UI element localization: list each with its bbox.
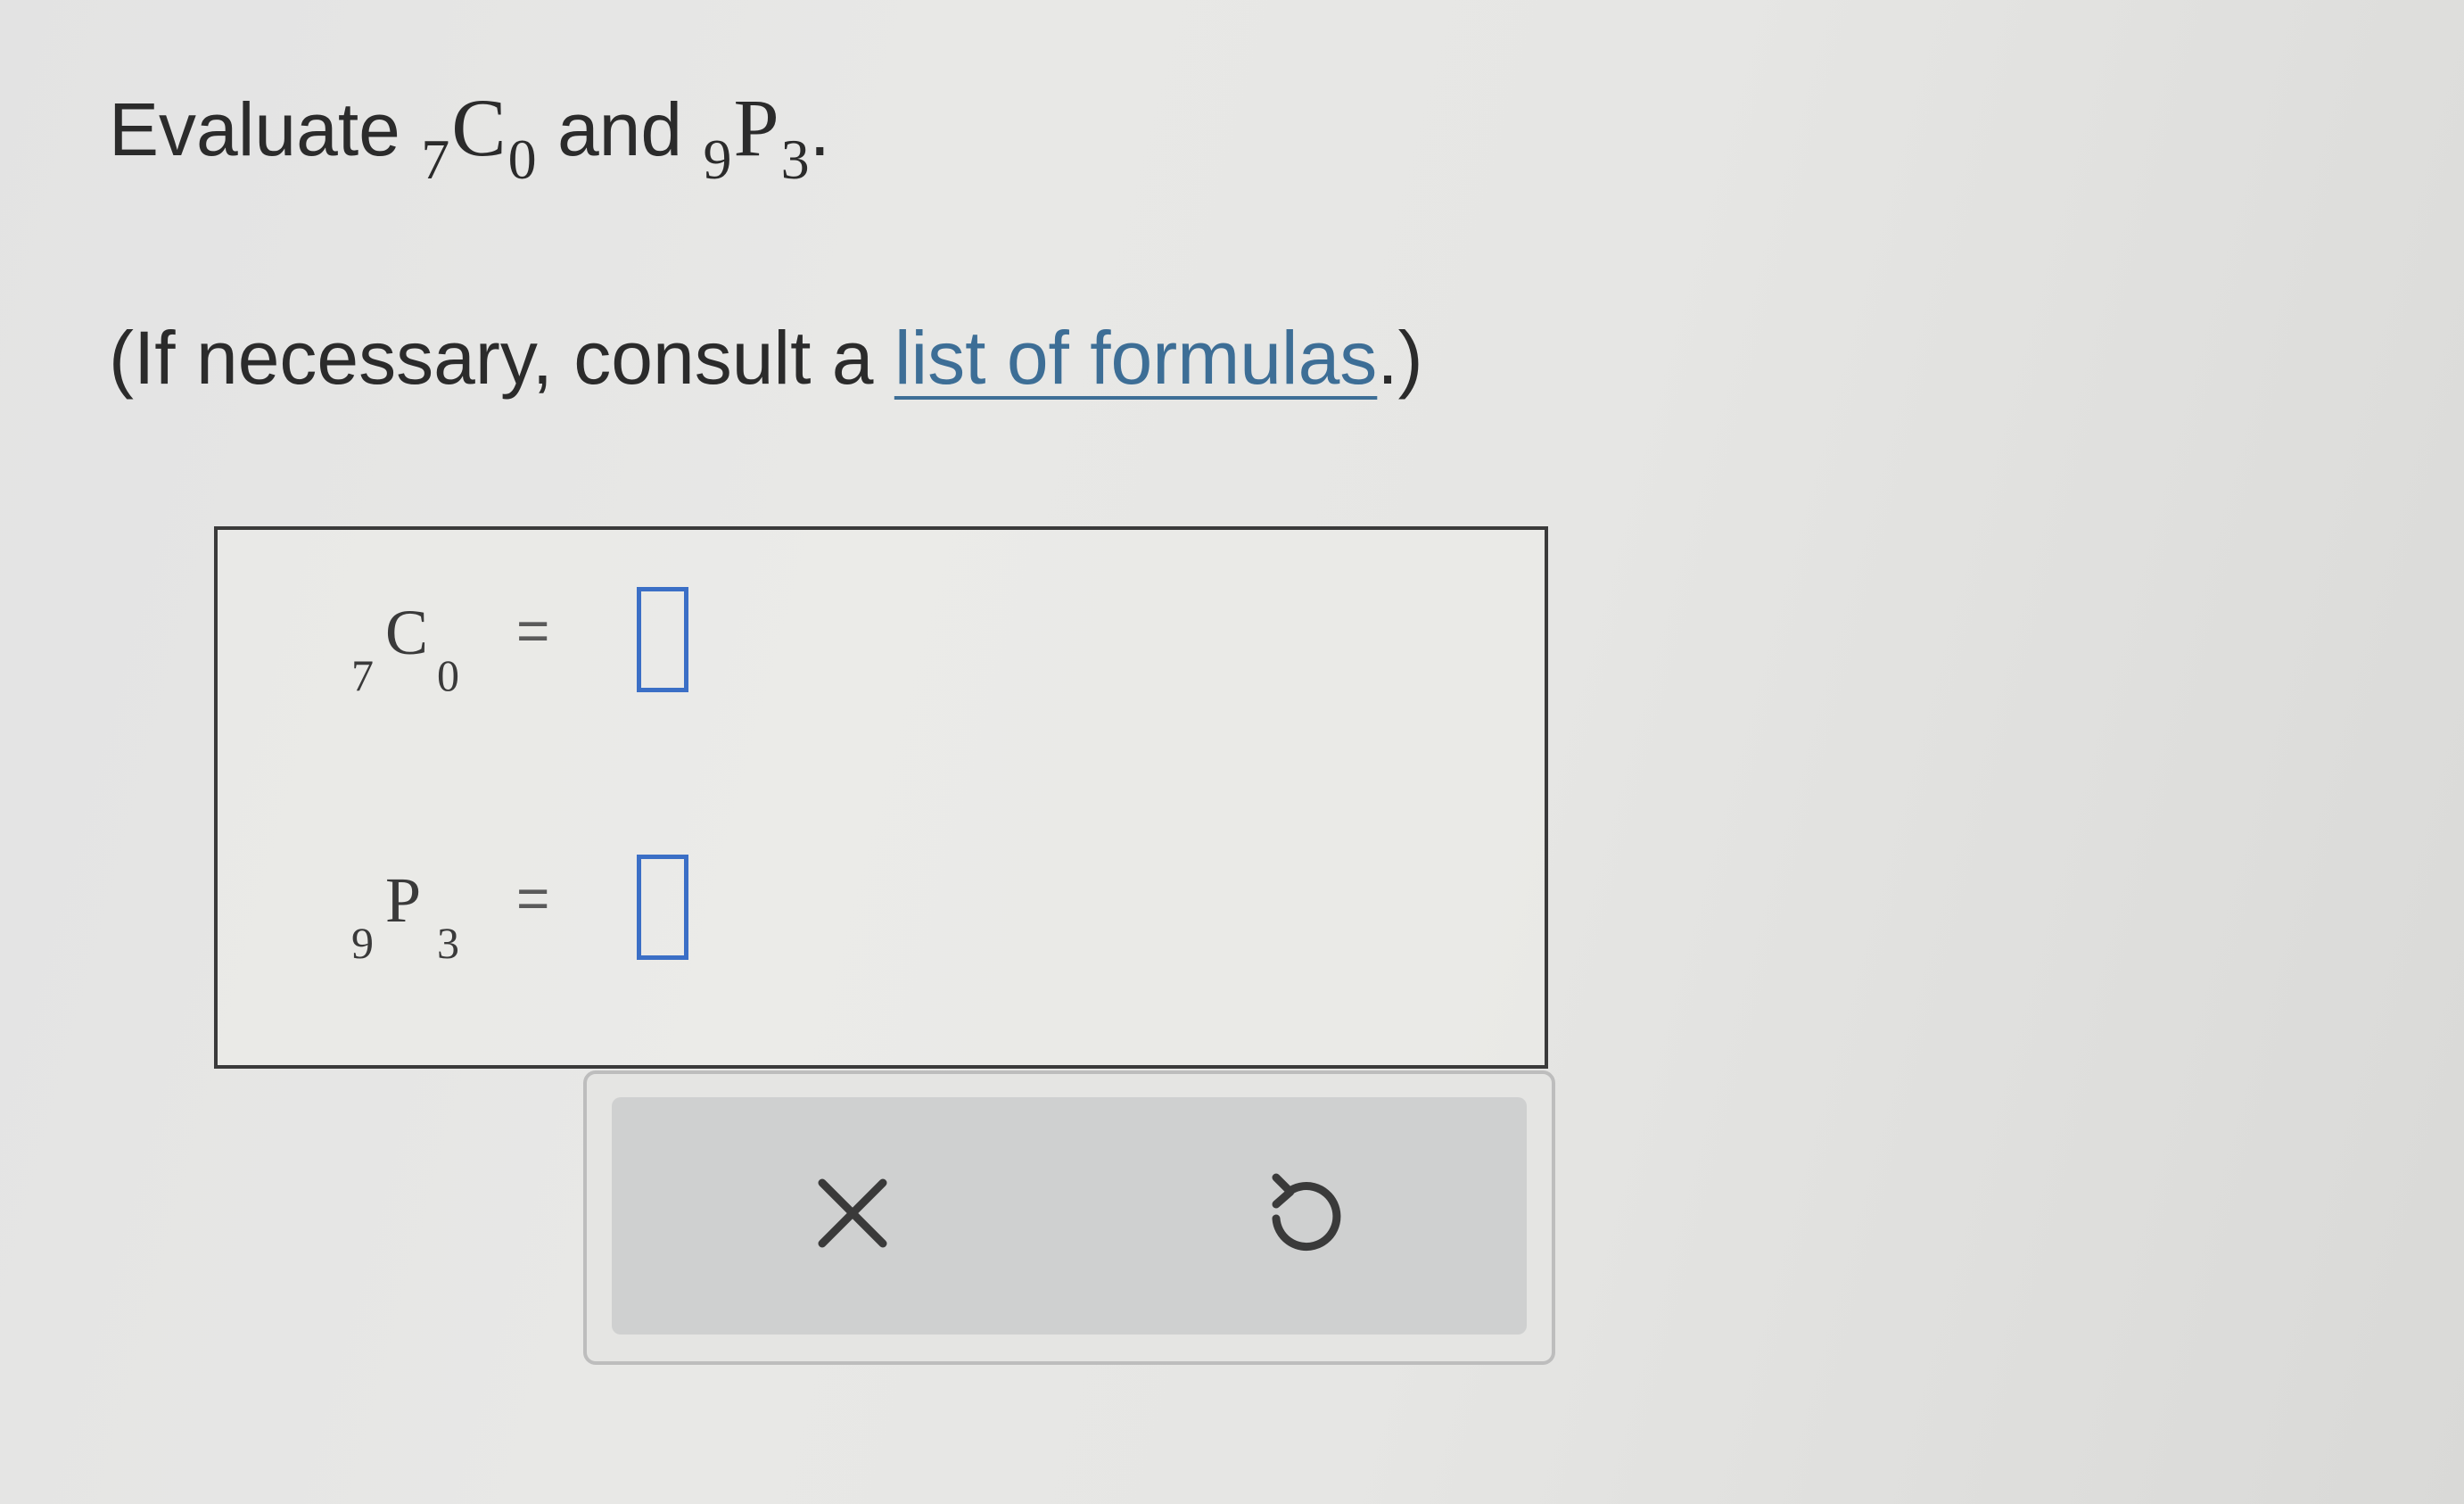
combination-answer-input[interactable] <box>637 587 688 692</box>
question-verb: Evaluate <box>109 87 400 171</box>
combination-symbol: C <box>451 82 507 173</box>
question-period: . <box>809 87 830 171</box>
question-prompt: Evaluate 7C0 and 9P3. <box>109 79 830 209</box>
permutation-expression: 9P3 <box>703 82 809 191</box>
equals-sign: = <box>516 599 550 663</box>
toolbar-panel <box>612 1097 1527 1335</box>
permutation-label-n: 9 <box>351 918 374 968</box>
combination-label: 7 C 0 <box>351 587 503 712</box>
permutation-label: 9 P 3 <box>351 855 503 979</box>
answer-panel: 7 C 0 = 9 P 3 = <box>214 526 1548 1069</box>
permutation-n: 9 <box>703 128 732 191</box>
answer-row-combination: 7 C 0 = <box>351 587 976 712</box>
combination-expression: 7C0 <box>421 82 536 191</box>
permutation-symbol: P <box>733 82 779 173</box>
answer-row-permutation: 9 P 3 = <box>351 855 976 979</box>
combination-label-symbol: C <box>385 597 429 668</box>
answer-toolbar <box>583 1070 1555 1365</box>
combination-n: 7 <box>421 128 450 191</box>
permutation-label-r: 3 <box>437 918 459 968</box>
combination-label-n: 7 <box>351 650 374 700</box>
hint-text-before: (If necessary, consult a <box>109 316 894 400</box>
permutation-answer-input[interactable] <box>637 855 688 960</box>
formula-hint: (If necessary, consult a list of formula… <box>109 309 1423 407</box>
permutation-r: 3 <box>780 128 810 191</box>
hint-text-after: .) <box>1377 316 1423 400</box>
question-conjunction: and <box>556 87 683 171</box>
permutation-label-symbol: P <box>385 864 422 936</box>
list-of-formulas-link[interactable]: list of formulas <box>894 316 1378 400</box>
combination-r: 0 <box>507 128 537 191</box>
equals-sign: = <box>516 866 550 930</box>
combination-label-r: 0 <box>437 650 459 700</box>
close-icon <box>818 1178 887 1248</box>
undo-button[interactable] <box>1249 1160 1356 1267</box>
clear-button[interactable] <box>799 1160 906 1267</box>
undo-icon <box>1272 1173 1341 1251</box>
